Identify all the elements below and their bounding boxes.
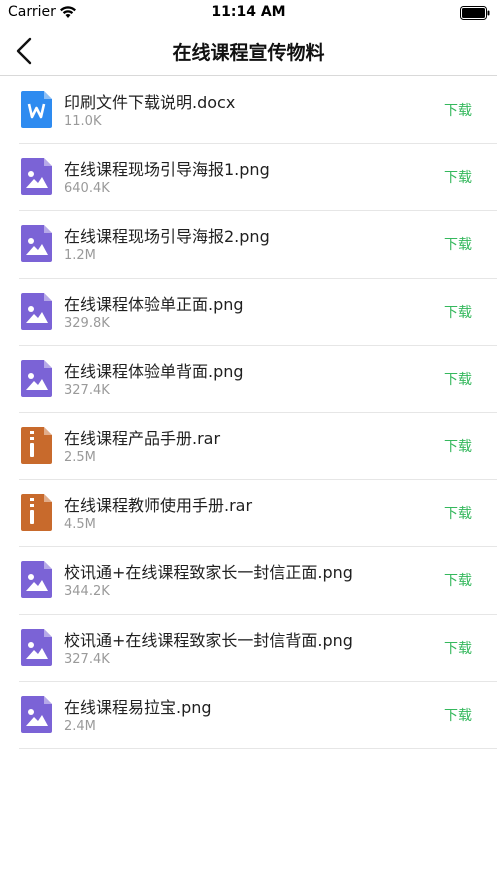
file-name: 校讯通+在线课程致家长一封信正面.png [64, 563, 353, 583]
file-row[interactable]: 校讯通+在线课程致家长一封信背面.png 327.4K 下载 [19, 615, 497, 682]
file-row[interactable]: 在线课程现场引导海报2.png 1.2M 下载 [19, 211, 497, 279]
image-file-icon [21, 695, 52, 733]
file-row[interactable]: 在线课程易拉宝.png 2.4M 下载 [19, 682, 497, 749]
file-name: 在线课程体验单背面.png [64, 361, 244, 381]
file-size: 2.4M [64, 718, 96, 734]
file-row[interactable]: 在线课程现场引导海报1.png 640.4K 下载 [19, 144, 497, 212]
image-file-icon [21, 158, 52, 196]
file-size: 11.0K [64, 114, 102, 129]
file-size: 327.4K [64, 651, 110, 667]
file-size: 327.4K [64, 382, 110, 398]
file-size: 4.5M [64, 517, 96, 533]
file-size: 2.5M [64, 449, 96, 465]
file-name: 在线课程现场引导海报1.png [64, 160, 270, 180]
image-file-icon [21, 225, 52, 263]
image-file-icon [21, 292, 52, 330]
file-name: 在线课程现场引导海报2.png [64, 227, 270, 247]
file-list: 印刷文件下载说明.docx 11.0K 下载 在线课程现场引导海报1.png 6… [0, 77, 497, 749]
image-file-icon [21, 561, 52, 599]
navigation-bar: 在线课程宣传物料 [0, 26, 497, 76]
file-name: 在线课程易拉宝.png [64, 697, 212, 717]
file-name: 在线课程体验单正面.png [64, 294, 244, 314]
file-row[interactable]: 在线课程教师使用手册.rar 4.5M 下载 [19, 480, 497, 548]
archive-file-icon [21, 494, 52, 532]
download-button[interactable]: 下载 [444, 705, 472, 725]
download-button[interactable]: 下载 [444, 302, 472, 322]
file-name: 校讯通+在线课程致家长一封信背面.png [64, 630, 353, 650]
status-bar: Carrier 11:14 AM [0, 0, 497, 26]
file-size: 344.2K [64, 584, 110, 600]
battery-icon [460, 6, 490, 20]
file-size: 640.4K [64, 181, 110, 197]
file-row[interactable]: 印刷文件下载说明.docx 11.0K 下载 [19, 77, 497, 145]
file-row[interactable]: 在线课程体验单正面.png 329.8K 下载 [19, 279, 497, 346]
status-time: 11:14 AM [211, 4, 286, 20]
download-button[interactable]: 下载 [444, 570, 472, 590]
image-file-icon [21, 628, 52, 666]
download-button[interactable]: 下载 [444, 100, 472, 120]
download-button[interactable]: 下载 [444, 638, 472, 658]
file-row[interactable]: 在线课程产品手册.rar 2.5M 下载 [19, 413, 497, 481]
image-file-icon [21, 359, 52, 397]
download-button[interactable]: 下载 [444, 167, 472, 187]
file-row[interactable]: 在线课程体验单背面.png 327.4K 下载 [19, 346, 497, 413]
archive-file-icon [21, 426, 52, 464]
file-name: 在线课程产品手册.rar [64, 428, 221, 448]
page-title: 在线课程宣传物料 [172, 42, 325, 64]
file-name: 在线课程教师使用手册.rar [64, 496, 253, 516]
download-button[interactable]: 下载 [444, 369, 472, 389]
file-name: 印刷文件下载说明.docx [64, 93, 236, 112]
file-size: 329.8K [64, 315, 110, 331]
download-button[interactable]: 下载 [444, 503, 472, 523]
file-row[interactable]: 校讯通+在线课程致家长一封信正面.png 344.2K 下载 [19, 547, 497, 615]
download-button[interactable]: 下载 [444, 436, 472, 456]
word-doc-icon [21, 91, 52, 128]
download-button[interactable]: 下载 [444, 234, 472, 254]
file-size: 1.2M [64, 248, 96, 264]
